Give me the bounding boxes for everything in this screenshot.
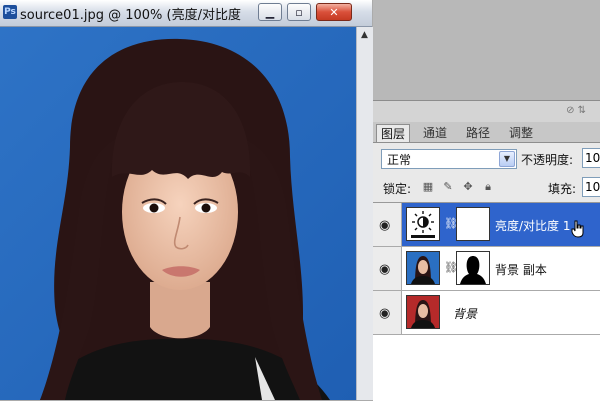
tab-layers[interactable]: 图层 — [376, 124, 411, 142]
photoshop-icon: Ps — [3, 5, 17, 19]
visibility-toggle[interactable]: ◉ — [373, 247, 402, 290]
lock-brush-icon[interactable]: ✎ — [441, 180, 455, 194]
layer-mask-thumbnail[interactable] — [456, 207, 490, 241]
layer-thumbnail — [406, 251, 440, 285]
tab-adjustments[interactable]: 调整 — [505, 124, 537, 142]
minimize-button[interactable]: ▁ — [258, 3, 282, 21]
blend-mode-select[interactable]: 正常 ▼ — [381, 149, 517, 169]
document-titlebar[interactable]: Ps source01.jpg @ 100% (亮度/对比度 ▁ ▫ ✕ — [0, 0, 372, 27]
document-title: source01.jpg @ 100% (亮度/对比度 — [20, 8, 241, 23]
fill-label: 填充: — [548, 182, 577, 196]
layer-row-background-copy[interactable]: ◉ ⛓︎ 背景 副本 — [373, 247, 600, 291]
close-icon: ✕ — [329, 6, 339, 19]
mask-silhouette — [457, 252, 489, 284]
maximize-icon: ▫ — [295, 6, 303, 19]
lock-label: 锁定: — [383, 182, 412, 196]
panel-options-icons[interactable]: ⊘ ⇅ — [566, 105, 586, 116]
lock-transparent-icon[interactable]: ▦ — [421, 180, 435, 194]
lock-move-icon[interactable]: ✥ — [461, 180, 475, 194]
close-button[interactable]: ✕ — [316, 3, 352, 21]
visibility-toggle[interactable]: ◉ — [373, 291, 402, 334]
tab-channels[interactable]: 通道 — [419, 124, 451, 142]
minimize-icon: ▁ — [265, 6, 275, 19]
visibility-toggle[interactable]: ◉ — [373, 203, 402, 246]
layer-name: 背景 副本 — [495, 263, 547, 277]
tab-paths[interactable]: 路径 — [462, 124, 494, 142]
portrait-photo — [0, 27, 356, 400]
eye-icon: ◉ — [379, 262, 391, 277]
layer-row-brightness-contrast[interactable]: ◉ ⛓︎ 亮度/对比度 1 — [373, 203, 600, 247]
layer-name: 背景 — [453, 307, 478, 321]
portrait-thumbnail — [407, 252, 439, 284]
watermark-patch — [540, 362, 586, 392]
layer-row-background[interactable]: ◉ 背景 — [373, 291, 600, 335]
scroll-up-arrow-icon[interactable]: ▲ — [359, 29, 370, 41]
image-canvas[interactable] — [0, 27, 356, 400]
eye-icon: ◉ — [379, 218, 391, 233]
vertical-scrollbar[interactable]: ▲ — [356, 27, 373, 400]
fill-input[interactable]: 100 — [582, 177, 600, 197]
maximize-button[interactable]: ▫ — [287, 3, 311, 21]
panel-tabs: 图层 通道 路径 调整 — [373, 122, 600, 143]
chevron-down-icon[interactable]: ▼ — [499, 151, 515, 167]
adjustment-thumbnail — [406, 207, 440, 241]
opacity-label: 不透明度: — [521, 153, 574, 167]
panel-header-strip: ⊘ ⇅ — [373, 100, 600, 123]
opacity-input[interactable]: 100 — [582, 148, 600, 168]
portrait-thumbnail — [407, 296, 439, 328]
layer-name: 亮度/对比度 1 — [495, 219, 571, 233]
brightness-contrast-icon — [407, 208, 439, 240]
document-window: Ps source01.jpg @ 100% (亮度/对比度 ▁ ▫ ✕ ▲ — [0, 0, 373, 400]
layer-thumbnail — [406, 295, 440, 329]
hand-cursor-icon — [571, 220, 584, 238]
layers-panel: 图层 通道 路径 调整 正常 ▼ 不透明度: 100 锁定: ▦ ✎ ✥ 🔒︎ … — [373, 122, 600, 401]
panels-area: ⊘ ⇅ 图层 通道 路径 调整 正常 ▼ 不透明度: 100 锁定: ▦ ✎ ✥… — [373, 0, 600, 401]
lock-all-icon[interactable]: 🔒︎ — [481, 180, 495, 194]
blend-mode-value: 正常 — [387, 153, 412, 167]
eye-icon: ◉ — [379, 306, 391, 321]
layer-mask-thumbnail[interactable] — [456, 251, 490, 285]
